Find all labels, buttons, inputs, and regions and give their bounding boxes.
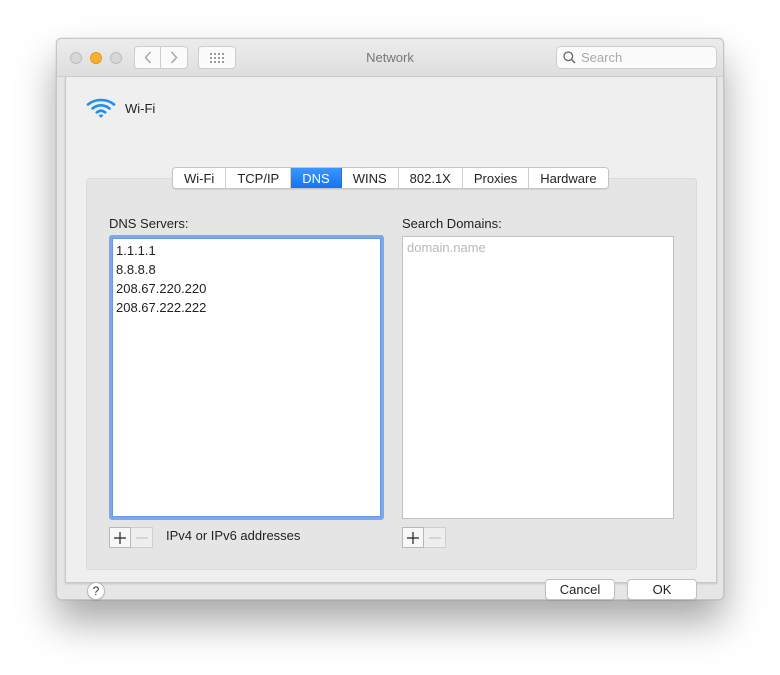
remove-dns-server-button[interactable] <box>131 527 153 548</box>
tab-wifi[interactable]: Wi-Fi <box>173 168 227 188</box>
plus-icon <box>407 531 419 544</box>
ok-button[interactable]: OK <box>627 579 697 600</box>
add-dns-server-button[interactable] <box>109 527 131 548</box>
domain-placeholder: domain.name <box>407 240 486 255</box>
tab-proxies[interactable]: Proxies <box>462 168 530 188</box>
list-item[interactable]: 1.1.1.1 <box>115 241 378 260</box>
tab-bar: Wi-Fi TCP/IP DNS WINS 802.1X Proxies Har… <box>172 167 609 189</box>
tab-dns[interactable]: DNS <box>291 168 342 188</box>
minus-icon <box>428 536 441 539</box>
search-icon <box>563 51 576 64</box>
list-item[interactable]: 8.8.8.8 <box>115 260 378 279</box>
dns-add-remove <box>109 527 153 548</box>
add-search-domain-button[interactable] <box>402 527 424 548</box>
search-domains-list[interactable]: domain.name <box>402 236 674 519</box>
dns-sheet: Wi-Fi Wi-Fi TCP/IP DNS WINS 802.1X Proxi… <box>65 77 717 600</box>
interface-header: Wi-Fi <box>86 97 155 119</box>
minus-icon <box>135 536 148 539</box>
dns-servers-label: DNS Servers: <box>109 216 189 231</box>
tab-tcpip[interactable]: TCP/IP <box>226 168 292 188</box>
cancel-button[interactable]: Cancel <box>545 579 615 600</box>
wifi-icon <box>86 98 116 118</box>
search-input[interactable] <box>581 50 711 65</box>
help-button[interactable]: ? <box>87 582 105 600</box>
search-domains-label: Search Domains: <box>402 216 502 231</box>
dns-servers-list[interactable]: 1.1.1.1 8.8.8.8 208.67.220.220 208.67.22… <box>109 235 384 520</box>
network-window: Network Wi-Fi Wi-Fi TCP/IP DNS WINS <box>56 38 724 600</box>
search-field[interactable] <box>556 46 717 69</box>
plus-icon <box>114 531 126 544</box>
remove-search-domain-button[interactable] <box>424 527 446 548</box>
domains-add-remove <box>402 527 446 548</box>
list-item[interactable]: 208.67.220.220 <box>115 279 378 298</box>
tab-8021x[interactable]: 802.1X <box>398 168 463 188</box>
list-item[interactable]: 208.67.222.222 <box>115 298 378 317</box>
dns-hint: IPv4 or IPv6 addresses <box>166 528 301 543</box>
title-bar: Network <box>57 39 723 77</box>
tab-wins[interactable]: WINS <box>341 168 399 188</box>
interface-name: Wi-Fi <box>125 100 156 116</box>
tab-hardware[interactable]: Hardware <box>529 168 608 188</box>
